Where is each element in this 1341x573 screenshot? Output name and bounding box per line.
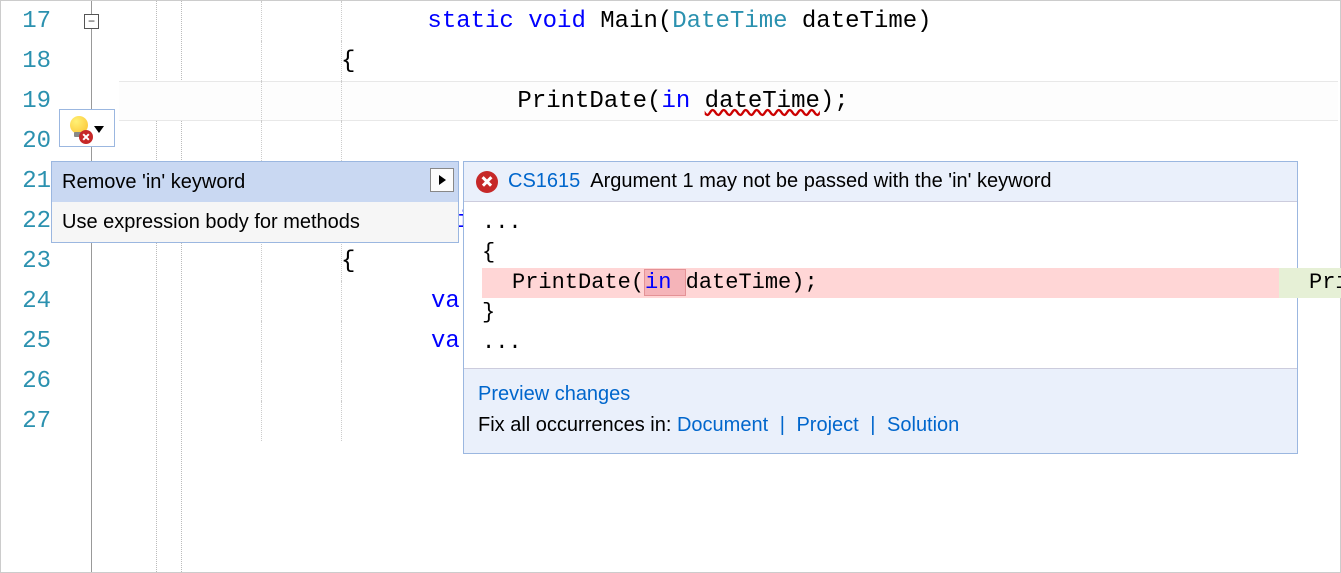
line-number: 20 xyxy=(1,128,61,155)
menu-item-label: Remove 'in' keyword xyxy=(62,171,245,194)
chevron-down-icon xyxy=(94,126,104,133)
quick-action-preview: CS1615 Argument 1 may not be passed with… xyxy=(463,161,1298,454)
line-number: 24 xyxy=(1,288,61,315)
fix-all-label: Fix all occurrences in: xyxy=(478,414,677,436)
menu-item-label: Use expression body for methods xyxy=(62,211,360,234)
lightbulb-button[interactable] xyxy=(59,109,115,147)
code-line[interactable]: 17 − static void Main(DateTime dateTime) xyxy=(1,1,1340,41)
diff-removed-line: PrintDate(in dateTime); xyxy=(482,268,1279,298)
preview-footer: Preview changes Fix all occurrences in: … xyxy=(464,368,1297,453)
quick-actions-menu: Remove 'in' keyword Use expression body … xyxy=(51,161,459,243)
line-number: 25 xyxy=(1,328,61,355)
submenu-arrow-icon[interactable] xyxy=(430,168,454,192)
line-number: 27 xyxy=(1,408,61,435)
code-editor[interactable]: 17 − static void Main(DateTime dateTime)… xyxy=(1,1,1340,572)
preview-header: CS1615 Argument 1 may not be passed with… xyxy=(464,162,1297,202)
fix-scope-project[interactable]: Project xyxy=(796,414,858,436)
fold-toggle-icon[interactable]: − xyxy=(84,14,99,29)
quick-action-expression-body[interactable]: Use expression body for methods xyxy=(52,202,458,242)
code-text: va xyxy=(431,328,460,355)
code-text: va xyxy=(431,288,460,315)
line-number: 23 xyxy=(1,248,61,275)
fix-scope-document[interactable]: Document xyxy=(677,414,768,436)
line-number: 18 xyxy=(1,48,61,75)
code-line-current[interactable]: 19 PrintDate(in dateTime); xyxy=(1,81,1340,121)
line-number: 19 xyxy=(1,88,61,115)
separator: | xyxy=(864,414,881,436)
preview-changes-link[interactable]: Preview changes xyxy=(478,383,630,405)
line-number: 17 xyxy=(1,8,61,35)
code-text: { xyxy=(341,248,355,275)
fix-scope-solution[interactable]: Solution xyxy=(887,414,959,436)
error-message: Argument 1 may not be passed with the 'i… xyxy=(590,170,1051,193)
preview-diff: ...{PrintDate(in dateTime);PrintDate(dat… xyxy=(464,202,1297,368)
error-squiggle: dateTime xyxy=(705,88,820,115)
code-line[interactable]: 20 xyxy=(1,121,1340,161)
code-text: { xyxy=(341,48,355,75)
line-number: 26 xyxy=(1,368,61,395)
error-code: CS1615 xyxy=(508,170,580,193)
quick-action-remove-in[interactable]: Remove 'in' keyword xyxy=(52,162,458,202)
error-icon xyxy=(476,171,498,193)
separator: | xyxy=(774,414,791,436)
diff-added-line: PrintDate(dateTime); xyxy=(1279,268,1341,298)
lightbulb-error-icon xyxy=(70,116,88,140)
